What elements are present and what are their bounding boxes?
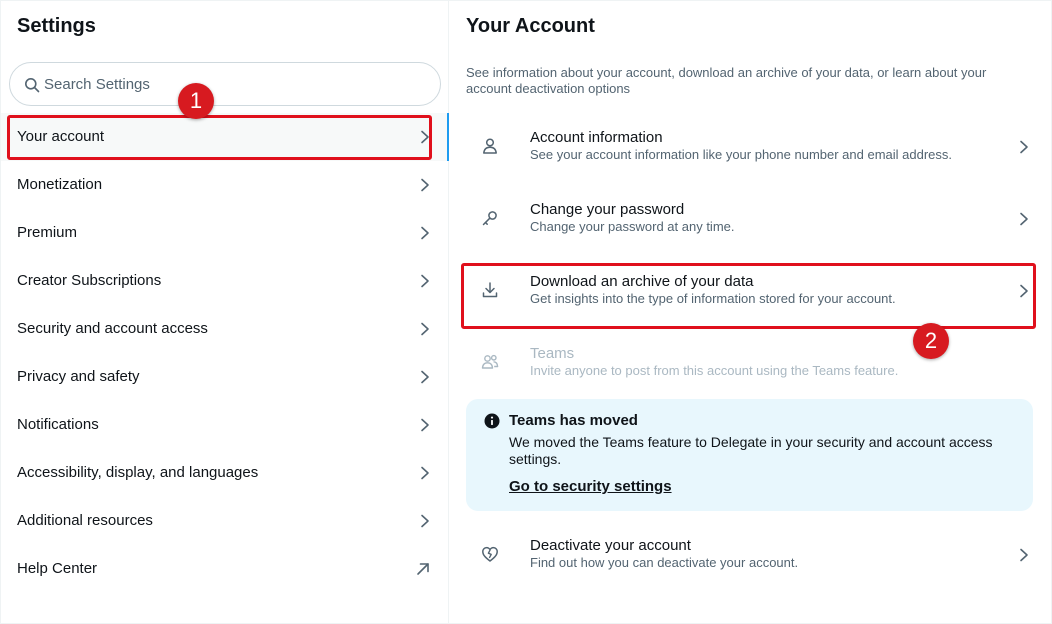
settings-sidebar: Settings Your account Monetization Premi…	[1, 1, 449, 623]
option-title: Teams	[530, 345, 575, 362]
sidebar-item-notifications[interactable]: Notifications	[1, 401, 448, 449]
chevron-right-icon	[421, 274, 429, 288]
key-icon	[482, 211, 497, 226]
sidebar-item-premium[interactable]: Premium	[1, 209, 448, 257]
notice-title: Teams has moved	[509, 412, 638, 429]
chevron-right-icon	[421, 514, 429, 528]
user-icon	[483, 138, 497, 154]
external-link-icon	[417, 563, 429, 575]
teams-moved-notice: Teams has moved We moved the Teams featu…	[466, 399, 1033, 511]
chevron-right-icon	[421, 226, 429, 240]
option-deactivate-account[interactable]: Deactivate your account Find out how you…	[450, 519, 1050, 591]
notice-body: We moved the Teams feature to Delegate i…	[509, 434, 993, 467]
sidebar-item-security[interactable]: Security and account access	[1, 305, 448, 353]
option-title: Download an archive of your data	[530, 273, 754, 290]
sidebar-item-label: Additional resources	[17, 512, 153, 529]
page-title: Your Account	[466, 15, 595, 37]
option-subtitle: See your account information like your p…	[530, 147, 953, 162]
sidebar-item-label: Notifications	[17, 416, 99, 433]
sidebar-item-label: Your account	[17, 128, 105, 145]
sidebar-item-help-center[interactable]: Help Center	[1, 545, 448, 593]
chevron-right-icon	[1020, 212, 1028, 226]
chevron-right-icon	[421, 466, 429, 480]
sidebar-item-privacy[interactable]: Privacy and safety	[1, 353, 448, 401]
go-to-security-settings-link[interactable]: Go to security settings	[509, 478, 672, 495]
sidebar-item-label: Privacy and safety	[17, 368, 140, 385]
search-input[interactable]	[44, 73, 424, 95]
option-subtitle: Find out how you can deactivate your acc…	[530, 555, 799, 570]
account-panel: Your Account See information about your …	[450, 1, 1050, 623]
step-badge-1: 1	[178, 83, 214, 119]
chevron-right-icon	[1020, 140, 1028, 154]
sidebar-item-monetization[interactable]: Monetization	[1, 161, 448, 209]
option-download-archive[interactable]: Download an archive of your data Get ins…	[450, 255, 1050, 327]
active-indicator	[447, 113, 449, 161]
chevron-right-icon	[421, 130, 429, 144]
sidebar-item-label: Creator Subscriptions	[17, 272, 162, 289]
option-subtitle: Invite anyone to post from this account …	[530, 363, 899, 378]
search-icon	[25, 78, 40, 93]
download-icon	[482, 282, 498, 298]
broken-heart-icon	[482, 546, 498, 562]
page-description: See information about your account, down…	[466, 65, 987, 96]
chevron-right-icon	[421, 370, 429, 384]
chevron-right-icon	[1020, 284, 1028, 298]
sidebar-item-label: Monetization	[17, 176, 103, 193]
sidebar-item-label: Premium	[17, 224, 78, 241]
option-title: Deactivate your account	[530, 537, 691, 554]
sidebar-item-additional-resources[interactable]: Additional resources	[1, 497, 448, 545]
chevron-right-icon	[421, 178, 429, 192]
sidebar-item-label: Accessibility, display, and languages	[17, 464, 259, 481]
search-box[interactable]	[9, 62, 441, 106]
people-icon	[481, 354, 499, 369]
sidebar-item-your-account[interactable]: Your account	[1, 113, 449, 161]
sidebar-item-label: Help Center	[17, 560, 98, 577]
sidebar-item-accessibility[interactable]: Accessibility, display, and languages	[1, 449, 448, 497]
sidebar-title: Settings	[17, 15, 96, 37]
option-teams: Teams Invite anyone to post from this ac…	[450, 327, 1050, 399]
info-icon	[484, 413, 500, 429]
chevron-right-icon	[421, 322, 429, 336]
option-change-password[interactable]: Change your password Change your passwor…	[450, 183, 1050, 255]
chevron-right-icon	[421, 418, 429, 432]
option-subtitle: Change your password at any time.	[530, 219, 735, 234]
option-title: Change your password	[530, 201, 685, 218]
sidebar-item-creator-subscriptions[interactable]: Creator Subscriptions	[1, 257, 448, 305]
sidebar-item-label: Security and account access	[17, 320, 208, 337]
option-subtitle: Get insights into the type of informatio…	[530, 291, 896, 306]
step-badge-2: 2	[913, 323, 949, 359]
option-title: Account information	[530, 129, 663, 146]
option-account-information[interactable]: Account information See your account inf…	[450, 111, 1050, 183]
chevron-right-icon	[1020, 548, 1028, 562]
